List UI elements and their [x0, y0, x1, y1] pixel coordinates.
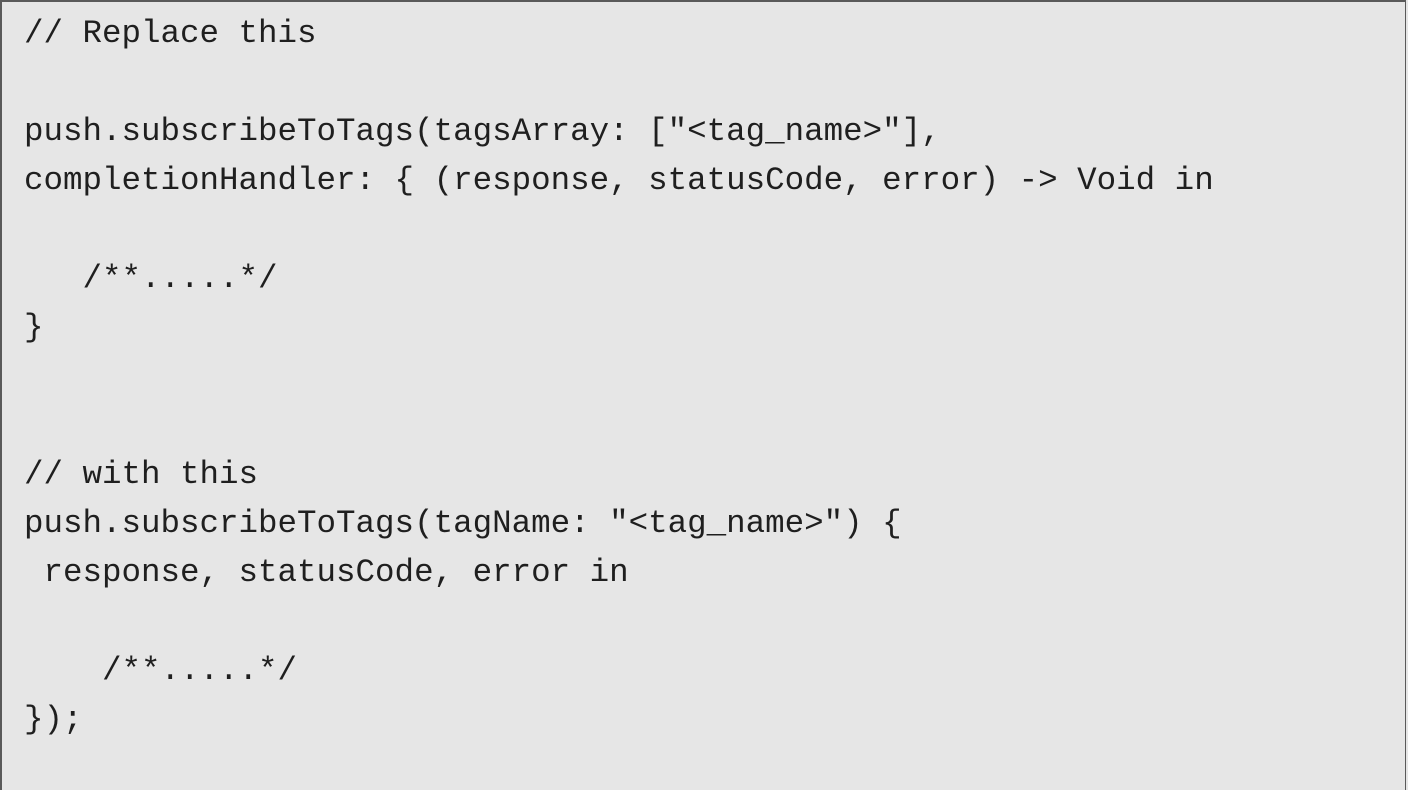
code-line-closure-params: response, statusCode, error in	[24, 554, 629, 591]
code-line-closing: });	[24, 701, 83, 738]
code-line-body-comment: /**.....*/	[24, 260, 278, 297]
code-line-subscribe-tags-array: push.subscribeToTags(tagsArray: ["<tag_n…	[24, 113, 941, 150]
code-line-subscribe-tag-name: push.subscribeToTags(tagName: "<tag_name…	[24, 505, 902, 542]
code-line-comment-replace: // Replace this	[24, 15, 317, 52]
code-line-body-comment: /**.....*/	[24, 652, 298, 689]
code-line-closing-brace: }	[24, 309, 44, 346]
code-line-comment-with-this: // with this	[24, 456, 259, 493]
code-block: // Replace this push.subscribeToTags(tag…	[0, 0, 1406, 790]
code-line-completion-handler: completionHandler: { (response, statusCo…	[24, 162, 1214, 199]
